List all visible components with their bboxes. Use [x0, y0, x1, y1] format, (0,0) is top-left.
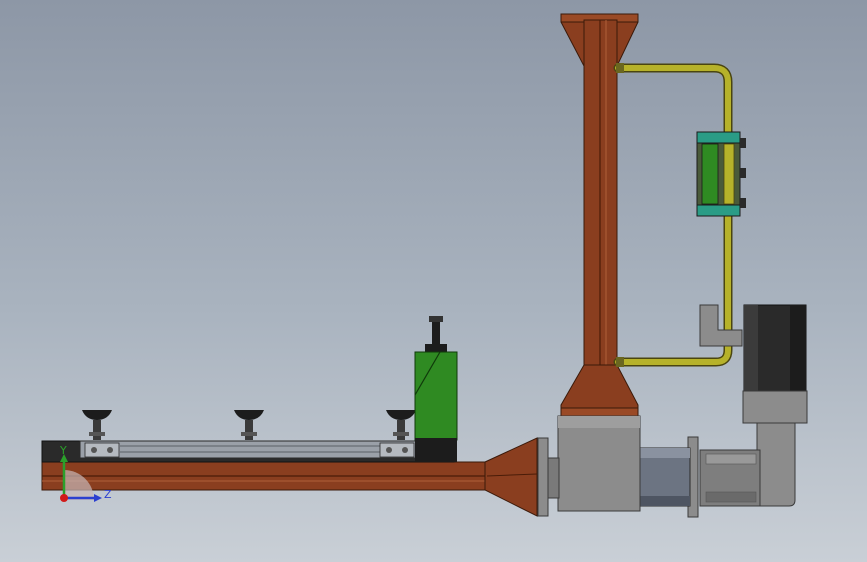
- cad-viewport[interactable]: Y Z: [0, 0, 867, 562]
- origin-point: [60, 494, 68, 502]
- valve-block[interactable]: [696, 131, 746, 217]
- y-axis-label: Y: [59, 444, 67, 457]
- cad-model: Y Z: [41, 13, 808, 518]
- suction-cup-1[interactable]: [82, 410, 112, 440]
- z-axis-arrow-icon: [94, 494, 102, 502]
- z-axis-label: Z: [104, 488, 112, 501]
- drive-motor-assembly[interactable]: [639, 304, 808, 518]
- gripper-frame[interactable]: [41, 440, 455, 463]
- suction-cup-2[interactable]: [234, 410, 264, 440]
- base-gearbox[interactable]: [537, 415, 641, 517]
- suction-cup-3[interactable]: [386, 410, 416, 440]
- green-vacuum-unit[interactable]: [414, 316, 458, 462]
- vertical-column[interactable]: [560, 13, 639, 417]
